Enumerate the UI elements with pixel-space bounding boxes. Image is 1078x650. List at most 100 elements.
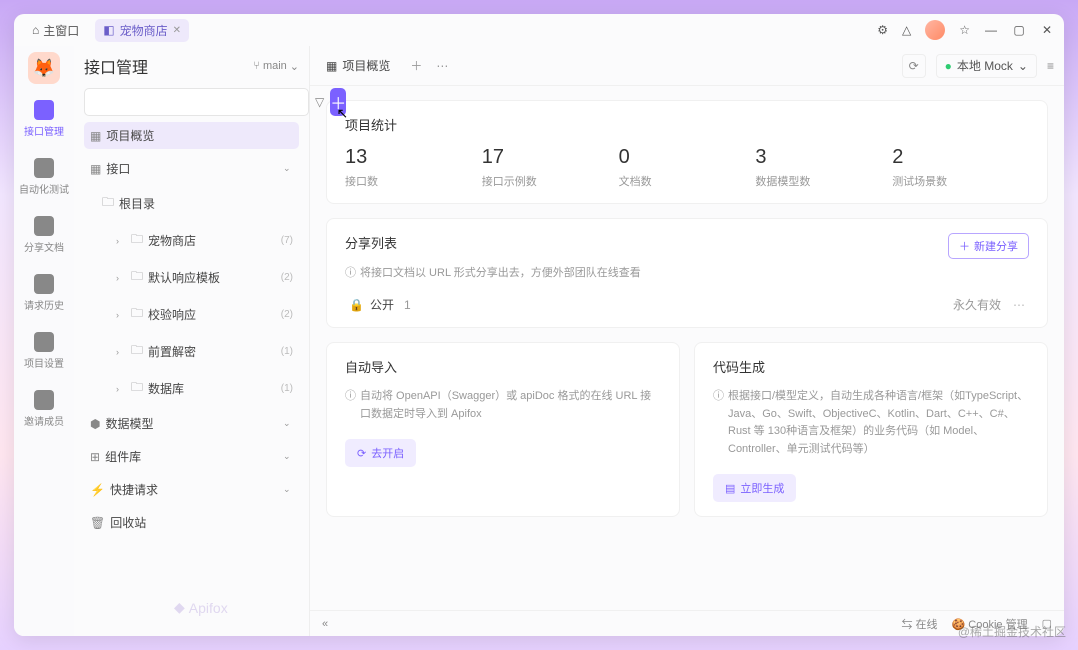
info-icon: ⓘ	[345, 388, 356, 423]
chevron-right-icon: ›	[116, 384, 126, 394]
branch-select[interactable]: ⑂ main ⌄	[253, 60, 299, 73]
titlebar: ⌂ 主窗口 ◧ 宠物商店 ✕ ⚙ △ ☆ — ▢ ✕	[14, 14, 1064, 46]
rail-invite[interactable]: 邀请成员	[24, 386, 64, 432]
pin-icon[interactable]: ☆	[959, 23, 970, 37]
chevron-right-icon: ›	[116, 236, 126, 246]
component-icon: ⊞	[90, 450, 100, 464]
stat-item: 13接口数	[345, 146, 482, 189]
rail-settings[interactable]: 项目设置	[24, 328, 64, 374]
tab-add-button[interactable]: ＋	[410, 57, 422, 74]
statusbar: « ⇆ 在线 🍪 Cookie 管理 ▢	[310, 610, 1064, 636]
api-icon	[34, 100, 54, 120]
tree-folder[interactable]: ›🗀校验响应(2)	[84, 299, 299, 330]
share-item[interactable]: 🔒 公开 1 永久有效 ⋯	[345, 286, 1029, 313]
chevron-right-icon: ›	[116, 310, 126, 320]
close-button[interactable]: ✕	[1040, 23, 1054, 37]
refresh-icon: ⟳	[357, 447, 366, 460]
bell-icon[interactable]: △	[902, 23, 911, 37]
doc-icon	[34, 216, 54, 236]
project-icon: ◧	[103, 23, 114, 37]
rail-api[interactable]: 接口管理	[24, 96, 64, 142]
chevron-right-icon: ›	[116, 347, 126, 357]
add-button[interactable]: ＋↖	[330, 88, 346, 116]
status-notify[interactable]: ▢	[1042, 617, 1052, 630]
lock-icon: 🔒	[349, 298, 364, 312]
tab-overview[interactable]: ▦项目概览	[320, 53, 396, 78]
search-input[interactable]	[84, 88, 309, 116]
chevron-down-icon: ⌄	[1018, 59, 1028, 73]
chevron-down-icon: ⌄	[290, 60, 299, 73]
folder-icon: 🗀	[131, 378, 143, 399]
more-icon[interactable]: ⋯	[1013, 298, 1025, 312]
folder-icon: 🗀	[131, 230, 143, 251]
nav-rail: 🦊 接口管理 自动化测试 分享文档 请求历史 项目设置 邀请成员	[14, 46, 74, 636]
code-icon: ▤	[725, 482, 735, 495]
folder-icon: 🗀	[131, 267, 143, 288]
status-cookie[interactable]: 🍪 Cookie 管理	[952, 616, 1028, 632]
interface-icon: ▦	[90, 162, 101, 176]
main-tabs: ▦项目概览 ＋ ⋯ ⟳ ●本地 Mock⌄ ≡	[310, 46, 1064, 86]
tab-project[interactable]: ◧ 宠物商店 ✕	[95, 19, 189, 42]
tree-folder[interactable]: ›🗀数据库(1)	[84, 373, 299, 404]
collapse-button[interactable]: «	[322, 618, 328, 630]
share-title: 分享列表	[345, 233, 641, 252]
stats-card: 项目统计 13接口数 17接口示例数 0文档数 3数据模型数 2测试场景数	[326, 100, 1048, 204]
plus-icon: ＋	[959, 238, 970, 254]
tree-folder[interactable]: ›🗀默认响应模板(2)	[84, 262, 299, 293]
chevron-down-icon: ⌄	[283, 484, 293, 495]
overview-icon: ▦	[90, 129, 101, 143]
tree-root[interactable]: 🗀根目录	[84, 188, 299, 219]
bolt-icon: ⚡	[90, 483, 105, 497]
gear-icon[interactable]: ⚙	[877, 23, 888, 37]
rail-history[interactable]: 请求历史	[24, 270, 64, 316]
tree-recycle[interactable]: 🗑回收站	[84, 509, 299, 536]
overview-icon: ▦	[326, 59, 337, 73]
tab-home-label: 主窗口	[43, 22, 79, 39]
codegen-title: 代码生成	[713, 357, 1029, 376]
menu-button[interactable]: ≡	[1047, 59, 1054, 73]
chevron-right-icon: ›	[116, 273, 126, 283]
minimize-button[interactable]: —	[984, 23, 998, 37]
tree-component[interactable]: ⊞组件库⌄	[84, 443, 299, 470]
app-logo[interactable]: 🦊	[28, 52, 60, 84]
model-icon: ⬢	[90, 417, 100, 431]
codegen-button[interactable]: ▤立即生成	[713, 474, 796, 502]
info-icon: ⓘ	[345, 264, 356, 280]
tree-quickrequest[interactable]: ⚡快捷请求⌄	[84, 476, 299, 503]
sidebar-title: 接口管理	[84, 54, 148, 78]
refresh-button[interactable]: ⟳	[902, 54, 926, 78]
tree-folder[interactable]: ›🗀前置解密(1)	[84, 336, 299, 367]
status-online[interactable]: ⇆ 在线	[901, 616, 937, 632]
maximize-button[interactable]: ▢	[1012, 23, 1026, 37]
tree-folder[interactable]: ›🗀宠物商店(7)	[84, 225, 299, 256]
tab-home[interactable]: ⌂ 主窗口	[24, 19, 87, 42]
rail-autotest[interactable]: 自动化测试	[19, 154, 69, 200]
branch-icon: ⑂	[253, 60, 260, 72]
folder-icon: 🗀	[131, 304, 143, 325]
avatar[interactable]	[925, 20, 945, 40]
codegen-card: 代码生成 ⓘ根据接口/模型定义，自动生成各种语言/框架（如TypeScript、…	[694, 342, 1048, 517]
tree-interface[interactable]: ▦接口⌄	[84, 155, 299, 182]
new-share-button[interactable]: ＋新建分享	[948, 233, 1029, 259]
autoimport-card: 自动导入 ⓘ自动将 OpenAPI（Swagger）或 apiDoc 格式的在线…	[326, 342, 680, 517]
robot-icon	[34, 158, 54, 178]
tree-datamodel[interactable]: ⬢数据模型⌄	[84, 410, 299, 437]
close-icon[interactable]: ✕	[173, 25, 181, 36]
rail-sharedoc[interactable]: 分享文档	[24, 212, 64, 258]
trash-icon: 🗑	[90, 516, 105, 530]
user-icon	[34, 390, 54, 410]
home-icon: ⌂	[32, 23, 39, 37]
stat-item: 2测试场景数	[892, 146, 1029, 189]
sidebar: 接口管理 ⑂ main ⌄ ⌕ ▽ ＋↖ ▦项目概览 ▦接口⌄ 🗀根目录 ›🗀宠…	[74, 46, 310, 636]
tab-more-button[interactable]: ⋯	[436, 59, 448, 73]
history-icon	[34, 274, 54, 294]
env-select[interactable]: ●本地 Mock⌄	[936, 54, 1037, 78]
chevron-down-icon: ⌄	[283, 418, 293, 429]
chevron-down-icon: ⌄	[283, 451, 293, 462]
folder-icon: 🗀	[102, 193, 114, 214]
tree-overview[interactable]: ▦项目概览	[84, 122, 299, 149]
settings-icon	[34, 332, 54, 352]
stat-item: 3数据模型数	[755, 146, 892, 189]
autoimport-button[interactable]: ⟳去开启	[345, 439, 416, 467]
autoimport-title: 自动导入	[345, 357, 661, 376]
